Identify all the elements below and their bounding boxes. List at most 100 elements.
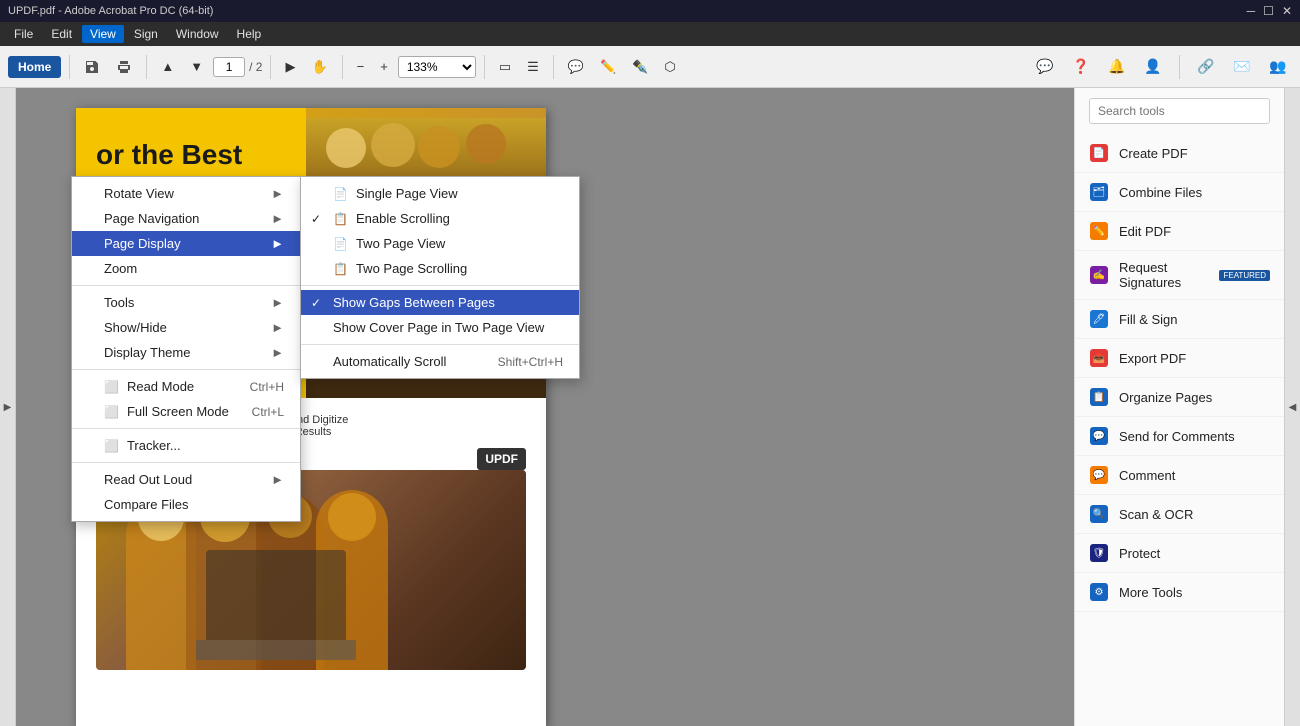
chat-icon[interactable]: 💬 <box>1031 53 1059 81</box>
hand-tool[interactable]: ✋ <box>305 55 333 79</box>
submenu-auto-scroll[interactable]: Automatically Scroll Shift+Ctrl+H <box>301 349 579 374</box>
full-screen-icon: ⬜ <box>104 405 119 419</box>
tool-item-send-for-comments[interactable]: 💬Send for Comments <box>1075 417 1284 456</box>
print-button[interactable] <box>110 55 138 79</box>
user-icon[interactable]: 👤 <box>1139 53 1167 81</box>
account-icon[interactable]: 👥 <box>1264 53 1292 81</box>
submenu-two-page[interactable]: 📄 Two Page View <box>301 231 579 256</box>
tool-item-protect[interactable]: 🛡Protect <box>1075 534 1284 573</box>
page-display-label: Page Display <box>104 236 181 251</box>
submenu-single-page[interactable]: 📄 Single Page View <box>301 181 579 206</box>
separator3 <box>270 55 271 79</box>
prev-page-button[interactable]: ▲ <box>155 55 180 78</box>
menu-help[interactable]: Help <box>229 25 270 43</box>
menu-view[interactable]: View <box>82 25 124 43</box>
menu-item-show-hide[interactable]: Show/Hide ► <box>72 315 300 340</box>
right-panel-toggle[interactable]: ◀ <box>1284 88 1300 726</box>
menu-file[interactable]: File <box>6 25 41 43</box>
two-page-label: Two Page View <box>356 236 445 251</box>
save-button[interactable] <box>78 55 106 79</box>
menu-item-rotate-view[interactable]: Rotate View ► <box>72 181 300 206</box>
menu-item-tools[interactable]: Tools ► <box>72 290 300 315</box>
show-cover-label: Show Cover Page in Two Page View <box>333 320 544 335</box>
shape-btn[interactable]: ⬡ <box>658 55 681 79</box>
marquee-zoom[interactable]: ▭ <box>493 55 517 79</box>
menu-window[interactable]: Window <box>168 25 227 43</box>
organize-pages-label: Organize Pages <box>1119 390 1212 405</box>
tool-item-export-pdf[interactable]: 📤Export PDF <box>1075 339 1284 378</box>
create-pdf-label: Create PDF <box>1119 146 1188 161</box>
mail-icon[interactable]: ✉️ <box>1228 53 1256 81</box>
menu-item-page-display[interactable]: Page Display ► <box>72 231 300 256</box>
submenu-show-gaps[interactable]: ✓ Show Gaps Between Pages <box>301 290 579 315</box>
print-icon <box>116 59 132 75</box>
zoom-label: Zoom <box>104 261 137 276</box>
tool-item-create-pdf[interactable]: 📄Create PDF <box>1075 134 1284 173</box>
sep7 <box>1179 55 1180 79</box>
display-theme-arrow: ► <box>271 345 284 360</box>
comment-btn[interactable]: 💬 <box>562 55 590 79</box>
save-icon <box>84 59 100 75</box>
title-bar: UPDF.pdf - Adobe Acrobat Pro DC (64-bit)… <box>0 0 1300 22</box>
menu-item-page-navigation[interactable]: Page Navigation ► <box>72 206 300 231</box>
fill-sign-label: Fill & Sign <box>1119 312 1178 327</box>
header-right-icons: 💬 ❓ 🔔 👤 🔗 ✉️ 👥 <box>1031 53 1292 81</box>
zoom-out-button[interactable]: − <box>351 55 371 78</box>
zoom-in-button[interactable]: + <box>374 55 394 78</box>
menu-item-tracker[interactable]: ⬜ Tracker... <box>72 433 300 458</box>
pd-divider-2 <box>301 344 579 345</box>
draw-btn[interactable]: ✒️ <box>626 55 654 79</box>
menu-bar: File Edit View Sign Window Help <box>0 22 1300 46</box>
edit-pdf-label: Edit PDF <box>1119 224 1171 239</box>
send-for-comments-icon: 💬 <box>1089 426 1109 446</box>
scroll-mode[interactable]: ☰ <box>521 55 545 79</box>
tool-item-scan-ocr[interactable]: 🔍Scan & OCR <box>1075 495 1284 534</box>
menu-sign[interactable]: Sign <box>126 25 166 43</box>
home-button[interactable]: Home <box>8 56 61 78</box>
tool-item-request-signatures[interactable]: ✍️Request SignaturesFEATURED <box>1075 251 1284 300</box>
submenu-two-page-scrolling[interactable]: 📋 Two Page Scrolling <box>301 256 579 281</box>
minimize-button[interactable]: ─ <box>1247 4 1256 18</box>
submenu-show-cover[interactable]: Show Cover Page in Two Page View <box>301 315 579 340</box>
menu-item-zoom[interactable]: Zoom <box>72 256 300 281</box>
submenu-enable-scrolling[interactable]: ✓ 📋 Enable Scrolling <box>301 206 579 231</box>
maximize-button[interactable]: ☐ <box>1263 4 1274 18</box>
export-pdf-label: Export PDF <box>1119 351 1186 366</box>
zoom-select[interactable]: 133% 100% 75% 50% Fit Page Fit Width <box>398 56 476 78</box>
single-page-icon: 📄 <box>333 187 348 201</box>
menu-item-read-mode[interactable]: ⬜ Read Mode Ctrl+H <box>72 374 300 399</box>
main-area: ▶ or the Best World For Your Higher Stud… <box>0 88 1300 726</box>
tool-item-combine-files[interactable]: 🗂Combine Files <box>1075 173 1284 212</box>
tool-item-organize-pages[interactable]: 📋Organize Pages <box>1075 378 1284 417</box>
menu-item-compare-files[interactable]: Compare Files <box>72 492 300 517</box>
view-menu-dropdown: Rotate View ► Page Navigation ► Page Dis… <box>71 176 301 522</box>
search-tools-input[interactable] <box>1089 98 1270 124</box>
tool-item-fill-sign[interactable]: 🖊Fill & Sign <box>1075 300 1284 339</box>
separator4 <box>342 55 343 79</box>
menu-divider-1 <box>72 285 300 286</box>
menu-item-full-screen[interactable]: ⬜ Full Screen Mode Ctrl+L <box>72 399 300 424</box>
pointer-tool[interactable]: ▶ <box>279 55 301 79</box>
menu-item-read-out-loud[interactable]: Read Out Loud ► <box>72 467 300 492</box>
left-panel-toggle[interactable]: ▶ <box>0 88 16 726</box>
tool-item-comment[interactable]: 💬Comment <box>1075 456 1284 495</box>
menu-edit[interactable]: Edit <box>43 25 80 43</box>
share-icon[interactable]: 🔗 <box>1192 53 1220 81</box>
page-input[interactable] <box>213 57 245 77</box>
next-page-button[interactable]: ▼ <box>184 55 209 78</box>
highlight-btn[interactable]: ✏️ <box>594 55 622 79</box>
tracker-icon: ⬜ <box>104 439 119 453</box>
tracker-label: Tracker... <box>127 438 181 453</box>
single-page-label: Single Page View <box>356 186 458 201</box>
separator6 <box>553 55 554 79</box>
notification-icon[interactable]: 🔔 <box>1103 53 1131 81</box>
menu-item-display-theme[interactable]: Display Theme ► <box>72 340 300 365</box>
more-tools-icon: ⚙ <box>1089 582 1109 602</box>
close-button[interactable]: ✕ <box>1282 4 1292 18</box>
tools-arrow: ► <box>271 295 284 310</box>
show-gaps-check: ✓ <box>311 296 321 310</box>
scan-ocr-label: Scan & OCR <box>1119 507 1193 522</box>
tool-item-edit-pdf[interactable]: ✏️Edit PDF <box>1075 212 1284 251</box>
tool-item-more-tools[interactable]: ⚙More Tools <box>1075 573 1284 612</box>
help-icon[interactable]: ❓ <box>1067 53 1095 81</box>
